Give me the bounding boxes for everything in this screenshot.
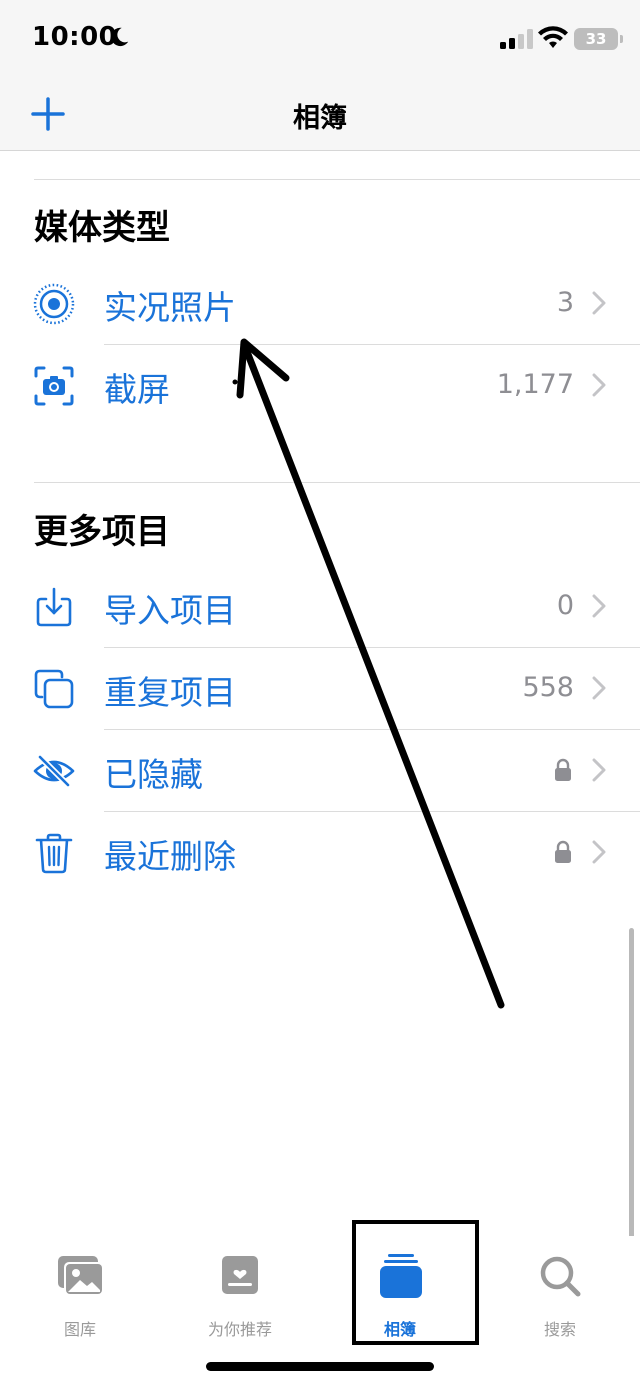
- search-icon: [540, 1256, 581, 1297]
- divider: [34, 179, 640, 180]
- lock-icon: [555, 758, 571, 781]
- tab-label: 搜索: [543, 1320, 576, 1339]
- list-item-screenshots[interactable]: 截屏 1,177: [0, 345, 640, 427]
- list-item-label: 导入项目: [104, 591, 236, 630]
- chevron-right-icon: [592, 676, 606, 700]
- list-item-label: 最近删除: [104, 837, 236, 876]
- list-item-recently-deleted[interactable]: 最近删除: [0, 812, 640, 894]
- duplicate-icon: [34, 669, 74, 709]
- wifi-icon: [538, 26, 568, 48]
- navigation-bar: 相簿: [0, 80, 640, 151]
- status-time: 10:00: [32, 22, 118, 52]
- item-count: 558: [522, 672, 574, 703]
- tab-for-you[interactable]: 为你推荐: [160, 1254, 320, 1339]
- live-photo-icon: [33, 283, 75, 325]
- chevron-right-icon: [592, 840, 606, 864]
- section-divider: [34, 482, 640, 483]
- tab-label: 为你推荐: [207, 1320, 272, 1339]
- screenshot-icon: [34, 366, 74, 406]
- battery-indicator: 33: [574, 28, 623, 50]
- tab-library[interactable]: 图库: [0, 1254, 160, 1339]
- list-item-label: 重复项目: [104, 673, 236, 712]
- tab-label: 图库: [63, 1320, 96, 1339]
- section-header-more-items: 更多项目: [34, 512, 170, 552]
- chevron-right-icon: [592, 373, 606, 397]
- item-count: 1,177: [496, 369, 574, 400]
- cellular-signal-icon: [500, 29, 533, 49]
- import-icon: [36, 587, 72, 627]
- page-title: 相簿: [293, 103, 347, 134]
- item-count: 3: [556, 287, 574, 318]
- list-item-label: 已隐藏: [104, 755, 203, 794]
- lock-icon: [555, 840, 571, 863]
- list-item-live-photos[interactable]: 实况照片 3: [0, 263, 640, 345]
- list-item-duplicates[interactable]: 重复项目 558: [0, 648, 640, 730]
- chevron-right-icon: [592, 291, 606, 315]
- library-icon: [58, 1256, 104, 1296]
- scroll-indicator[interactable]: [629, 928, 634, 1240]
- tab-search[interactable]: 搜索: [480, 1254, 640, 1339]
- list-item-hidden[interactable]: 已隐藏: [0, 730, 640, 812]
- section-header-media-types: 媒体类型: [34, 208, 170, 248]
- chevron-right-icon: [592, 758, 606, 782]
- list-item-label: 实况照片: [104, 288, 236, 327]
- trash-icon: [35, 833, 73, 874]
- hidden-eye-icon: [33, 754, 75, 788]
- status-bar: 10:00 33: [0, 0, 640, 80]
- chevron-right-icon: [592, 594, 606, 618]
- annotation-highlight-box: [352, 1220, 479, 1345]
- list-item-imports[interactable]: 导入项目 0: [0, 566, 640, 648]
- list-item-label: 截屏: [104, 370, 170, 409]
- home-indicator[interactable]: [206, 1362, 434, 1371]
- moon-icon: [111, 27, 129, 47]
- for-you-icon: [222, 1256, 258, 1294]
- item-count: 0: [556, 590, 574, 621]
